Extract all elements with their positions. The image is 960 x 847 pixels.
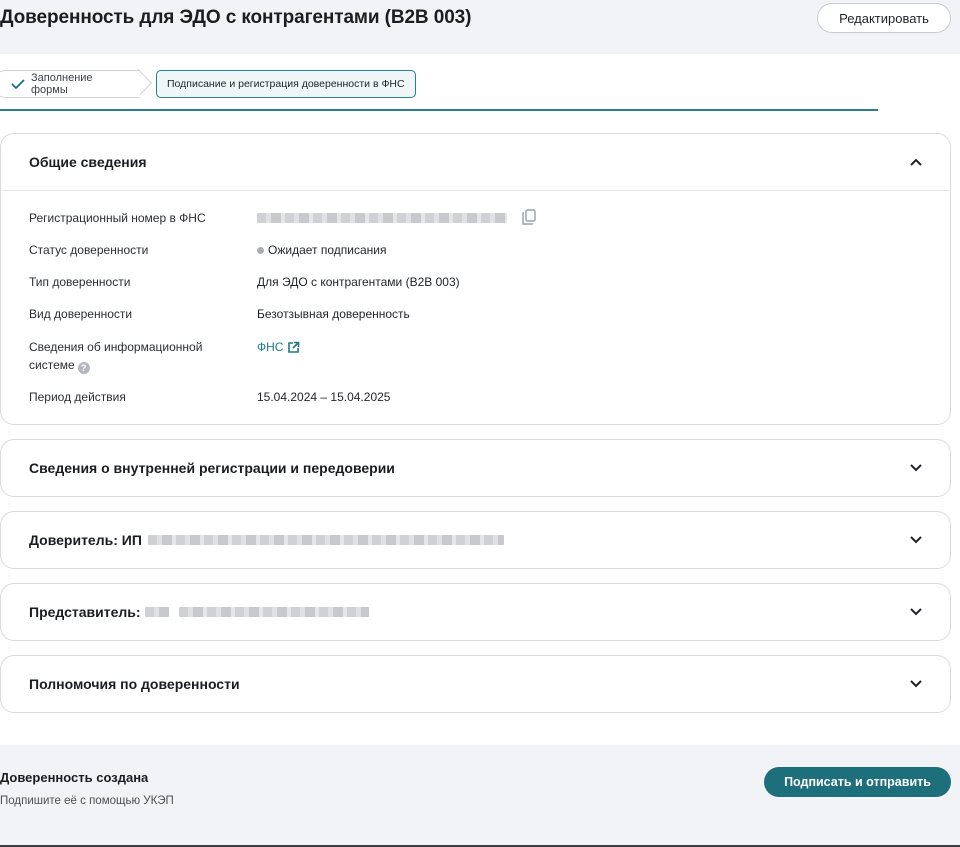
stepper-progress-line	[0, 109, 878, 111]
kind-value: Безотзывная доверенность	[257, 307, 410, 321]
powers-card[interactable]: Полномочия по доверенности	[0, 655, 951, 713]
step-fill-form[interactable]: Заполнение формы	[0, 70, 140, 98]
chevron-up-icon[interactable]	[910, 158, 922, 166]
check-icon	[11, 79, 25, 89]
page-title: Доверенность для ЭДО с контрагентами (B2…	[0, 7, 472, 28]
step-label: Подписание и регистрация доверенности в …	[167, 78, 405, 90]
redacted-value	[144, 607, 169, 617]
representative-title: Представитель:	[29, 604, 141, 620]
redacted-value	[147, 535, 504, 545]
period-value: 15.04.2024 – 15.04.2025	[257, 390, 391, 404]
reg-number-label: Регистрационный номер в ФНС	[29, 211, 206, 225]
status-value: Ожидает подписания	[257, 241, 386, 259]
type-value: Для ЭДО с контрагентами (B2B 003)	[257, 275, 460, 289]
status-label: Статус доверенности	[29, 243, 149, 257]
sign-and-send-button[interactable]: Подписать и отправить	[764, 767, 951, 797]
section-title: Полномочия по доверенности	[29, 676, 240, 692]
reg-number-value	[257, 209, 537, 226]
period-label: Период действия	[29, 390, 126, 404]
representative-header[interactable]: Представитель:	[1, 584, 950, 640]
chevron-down-icon[interactable]	[910, 608, 922, 616]
redacted-value	[178, 607, 369, 617]
footer-bar: Доверенность создана Подпишите её с помо…	[0, 745, 960, 847]
question-icon[interactable]: ?	[77, 362, 90, 374]
info-system-label: Сведения об информационной системе?	[29, 338, 202, 374]
redacted-value	[257, 212, 507, 223]
copy-icon[interactable]	[521, 209, 537, 226]
chevron-down-icon[interactable]	[910, 680, 922, 688]
step-label: Заполнение формы	[31, 72, 93, 96]
principal-title: Доверитель: ИП	[29, 532, 142, 548]
representative-card[interactable]: Представитель:	[0, 583, 951, 641]
footer-title: Доверенность создана	[0, 770, 149, 785]
edit-button[interactable]: Редактировать	[817, 3, 951, 33]
section-title: Доверитель: ИП	[29, 532, 504, 548]
page-header: Доверенность для ЭДО с контрагентами (B2…	[0, 0, 960, 54]
info-system-label-text: системе	[29, 358, 75, 372]
powers-header[interactable]: Полномочия по доверенности	[1, 656, 950, 712]
section-title: Представитель:	[29, 604, 369, 620]
main-content: Заполнение формы Подписание и регистраци…	[0, 54, 960, 745]
step-sign-register[interactable]: Подписание и регистрация доверенности в …	[156, 70, 416, 98]
info-system-value: ФНС	[257, 338, 300, 356]
fns-link[interactable]: ФНС	[257, 338, 300, 356]
section-title: Сведения о внутренней регистрации и пере…	[29, 460, 395, 476]
chevron-down-icon[interactable]	[910, 536, 922, 544]
section-title: Общие сведения	[29, 154, 147, 170]
status-text: Ожидает подписания	[268, 243, 387, 257]
footer-subtitle: Подпишите её с помощью УКЭП	[0, 795, 174, 807]
external-link-icon	[288, 341, 300, 353]
status-dot-icon	[257, 246, 264, 254]
general-info-header[interactable]: Общие сведения	[1, 134, 950, 190]
info-system-label-line2: системе?	[29, 356, 202, 374]
principal-card[interactable]: Доверитель: ИП	[0, 511, 951, 569]
fns-link-text: ФНС	[257, 340, 284, 354]
divider	[1, 190, 950, 191]
internal-registration-header[interactable]: Сведения о внутренней регистрации и пере…	[1, 440, 950, 496]
type-label: Тип доверенности	[29, 275, 131, 289]
kind-label: Вид доверенности	[29, 307, 133, 321]
internal-registration-card[interactable]: Сведения о внутренней регистрации и пере…	[0, 439, 951, 497]
info-system-label-line1: Сведения об информационной	[29, 340, 203, 354]
chevron-down-icon[interactable]	[910, 464, 922, 472]
principal-header[interactable]: Доверитель: ИП	[1, 512, 950, 568]
general-info-card: Общие сведения Регистрационный номер в Ф…	[0, 133, 951, 425]
